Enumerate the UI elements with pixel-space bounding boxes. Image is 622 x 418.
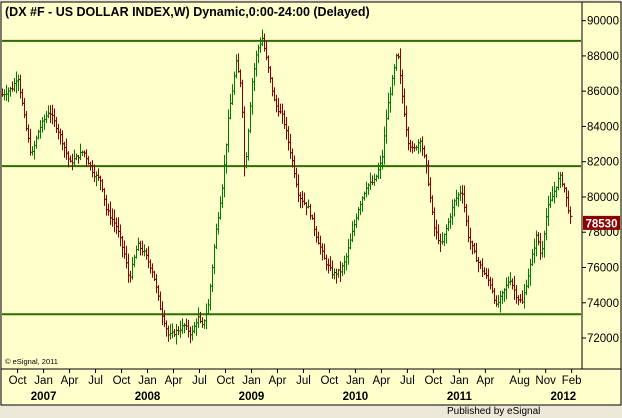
footer-text: Published by eSignal — [447, 406, 540, 417]
y-tick-label: 74000 — [587, 298, 619, 310]
x-month-label: Oct — [113, 375, 132, 387]
y-tick-label: 72000 — [587, 333, 619, 345]
x-month-label: Jul — [192, 375, 207, 387]
x-month-label: Feb — [562, 375, 582, 387]
y-tick-label: 82000 — [587, 157, 619, 169]
x-year-label: 2010 — [343, 391, 369, 403]
x-year-label: 2008 — [135, 391, 161, 403]
x-month-label: Apr — [61, 375, 79, 387]
x-month-label: Jan — [138, 375, 157, 387]
y-tick-label: 80000 — [587, 192, 619, 204]
x-month-label: Oct — [320, 375, 339, 387]
x-year-label: 2009 — [239, 391, 265, 403]
x-month-label: Apr — [476, 375, 494, 387]
x-month-label: Jan — [450, 375, 469, 387]
x-month-label: Oct — [424, 375, 443, 387]
last-price-marker: 78530 — [583, 215, 620, 230]
x-month-label: Jul — [296, 375, 311, 387]
y-tick-label: 86000 — [587, 86, 619, 98]
x-month-label: Nov — [535, 375, 556, 387]
x-month-label: Apr — [372, 375, 390, 387]
x-year-label: 2011 — [447, 391, 473, 403]
x-month-label: Oct — [9, 375, 28, 387]
chart-window: 72000 74000 76000 78000 80000 82000 84000 86000… — [0, 0, 622, 418]
y-tick-label: 90000 — [587, 16, 619, 28]
y-tick-label: 84000 — [587, 121, 619, 133]
x-month-label: Apr — [269, 375, 287, 387]
x-year-label: 2007 — [31, 391, 57, 403]
last-price-label: 78530 — [586, 218, 618, 230]
chart-title: (DX #F - US DOLLAR INDEX,W) Dynamic,0:00… — [5, 5, 370, 19]
y-tick-label: 76000 — [587, 262, 619, 274]
x-month-label: Jan — [34, 375, 53, 387]
x-month-label: Apr — [165, 375, 183, 387]
x-year-label: 2012 — [551, 391, 577, 403]
copyright-text: © eSignal, 2011 — [5, 357, 58, 366]
dollar-index-chart: 7200074000760007800080000820008400086000… — [0, 1, 622, 417]
x-month-label: Jan — [242, 375, 261, 387]
x-month-label: Aug — [509, 375, 529, 387]
x-month-label: Jan — [346, 375, 365, 387]
y-tick-label: 88000 — [587, 51, 619, 63]
x-month-label: Jul — [88, 375, 103, 387]
x-month-label: Oct — [217, 375, 236, 387]
x-month-label: Jul — [400, 375, 415, 387]
